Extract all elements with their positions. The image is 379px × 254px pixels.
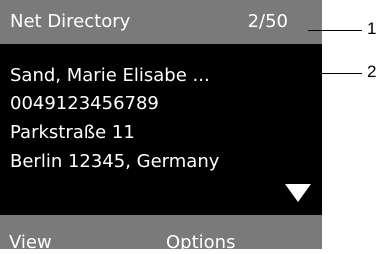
callout-line-2 (314, 73, 362, 74)
entry-phone: 0049123456789 (10, 93, 159, 114)
entry-street: Parkstraße 11 (10, 122, 135, 143)
directory-entry[interactable]: Sand, Marie Elisabe ... 0049123456789 Pa… (0, 44, 322, 215)
entry-city: Berlin 12345, Germany (10, 151, 220, 172)
phone-display: Net Directory 2/50 Sand, Marie Elisabe .… (0, 0, 322, 253)
entry-name: Sand, Marie Elisabe ... (10, 65, 210, 86)
entry-counter: 2/50 (247, 11, 288, 32)
scroll-down-icon[interactable] (285, 184, 311, 202)
softkey-bar: View Options (0, 215, 322, 253)
callout-number-2: 2 (367, 62, 377, 81)
callout-line-1 (308, 30, 362, 31)
title-bar: Net Directory 2/50 (0, 0, 322, 44)
page-title: Net Directory (10, 11, 131, 32)
view-button[interactable]: View (9, 232, 52, 254)
options-button[interactable]: Options (166, 232, 235, 254)
callout-number-1: 1 (367, 19, 377, 38)
